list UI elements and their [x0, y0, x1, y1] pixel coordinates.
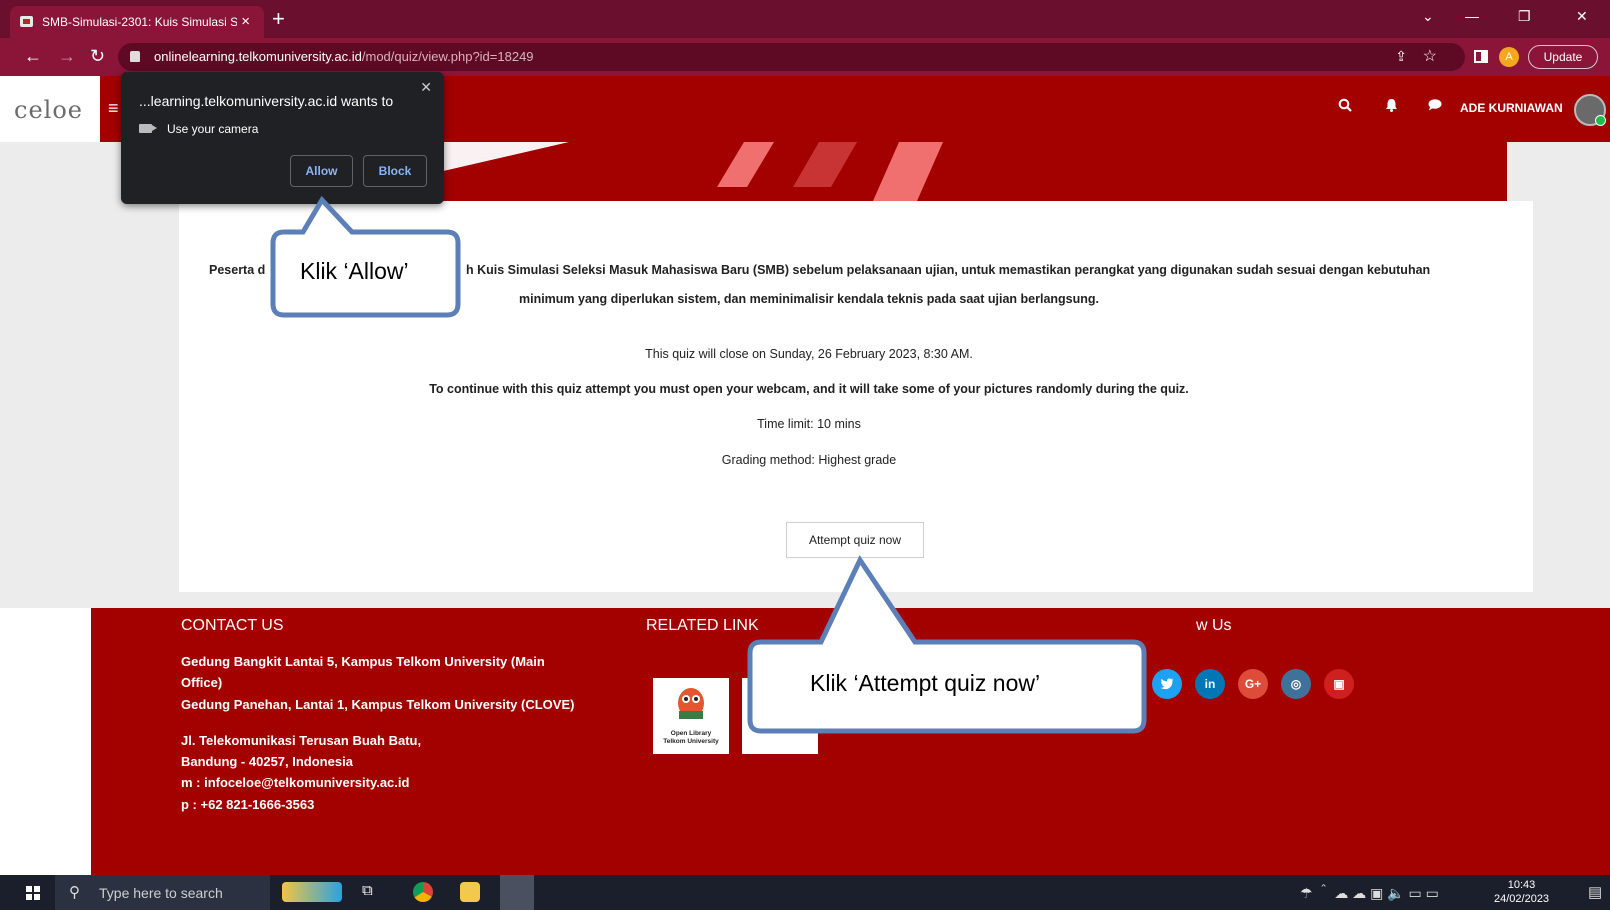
site-favicon-icon	[20, 16, 33, 27]
tab-close-icon[interactable]: ×	[241, 13, 250, 30]
tab-title: SMB-Simulasi-2301: Kuis Simulasi Seleksi	[42, 15, 237, 29]
profile-avatar[interactable]: A	[1499, 47, 1519, 67]
contact-address-2: Gedung Panehan, Lantai 1, Kampus Telkom …	[181, 697, 575, 712]
quiz-intro-line-2: minimum yang diperlukan sistem, dan memi…	[518, 292, 1100, 306]
notification-center-icon[interactable]: ▤	[1588, 883, 1602, 901]
permission-description: Use your camera	[167, 122, 259, 136]
contact-city: Bandung - 40257, Indonesia	[181, 754, 353, 769]
chrome-icon[interactable]	[413, 882, 433, 902]
system-tray-icons[interactable]: ☂ ＾ ☁ ☁ ▣ 🔈 ▭ ▭	[1300, 883, 1439, 903]
update-button[interactable]: Update	[1528, 45, 1598, 69]
twitter-icon[interactable]	[1152, 669, 1182, 699]
follow-us-heading: w Us	[1196, 617, 1232, 634]
search-icon: ⚲	[69, 884, 80, 901]
contact-address-1b: Office)	[181, 675, 223, 690]
restore-icon[interactable]: ❐	[1518, 8, 1531, 25]
search-icon[interactable]	[1338, 98, 1352, 115]
tab-search-icon[interactable]: ⌄	[1422, 8, 1434, 25]
open-library-label-1: Open Library	[670, 730, 712, 737]
site-footer: CONTACT US Gedung Bangkit Lantai 5, Kamp…	[91, 608, 1610, 875]
browser-tab-bar: SMB-Simulasi-2301: Kuis Simulasi Seleksi…	[0, 0, 1610, 38]
new-tab-button[interactable]: +	[272, 6, 285, 32]
open-library-label-2: Telkom University	[663, 738, 719, 745]
reload-icon[interactable]: ↻	[90, 46, 105, 67]
contact-address-1: Gedung Bangkit Lantai 5, Kampus Telkom U…	[181, 654, 545, 669]
bookmark-star-icon[interactable]: ☆	[1423, 46, 1437, 66]
contact-heading: CONTACT US	[181, 617, 284, 634]
taskbar-search-box[interactable]: ⚲ Type here to search	[55, 875, 270, 910]
attempt-callout-text: Klik ‘Attempt quiz now’	[810, 670, 1041, 696]
open-library-logo-link[interactable]: Open Library Telkom University	[653, 678, 729, 754]
minimize-icon[interactable]: —	[1465, 8, 1479, 24]
close-icon[interactable]: ✕	[420, 79, 432, 96]
grading-method: Grading method: Highest grade	[721, 453, 897, 467]
taskbar-search-placeholder: Type here to search	[99, 885, 223, 901]
forward-arrow-icon[interactable]: →	[58, 46, 76, 67]
notification-bell-icon[interactable]	[1385, 98, 1398, 115]
close-window-icon[interactable]: ✕	[1576, 8, 1588, 25]
celoe-logo: celoe	[14, 96, 83, 124]
search-highlight-icon[interactable]	[282, 882, 342, 902]
contact-email[interactable]: m : infoceloe@telkomuniversity.ac.id	[181, 775, 409, 790]
windows-taskbar: ⚲ Type here to search ⧉ ☂ ＾ ☁ ☁ ▣ 🔈 ▭ ▭ …	[0, 875, 1610, 910]
windows-start-icon[interactable]	[26, 886, 40, 900]
permission-title: ...learning.telkomuniversity.ac.id wants…	[139, 93, 394, 109]
contact-street: Jl. Telekomunikasi Terusan Buah Batu,	[181, 733, 422, 748]
google-plus-icon[interactable]: G+	[1238, 669, 1268, 699]
quiz-close-date: This quiz will close on Sunday, 26 Febru…	[645, 347, 973, 361]
task-view-icon[interactable]: ⧉	[362, 882, 382, 902]
attempt-quiz-button[interactable]: Attempt quiz now	[786, 522, 924, 558]
taskbar-clock[interactable]: 10:43 24/02/2023	[1494, 878, 1549, 906]
side-panel-icon[interactable]	[1474, 50, 1488, 63]
hamburger-menu-icon[interactable]: ≡	[108, 98, 119, 119]
youtube-icon[interactable]: ▣	[1324, 669, 1354, 699]
webcam-notice: To continue with this quiz attempt you m…	[429, 382, 1189, 396]
messages-icon[interactable]	[1428, 98, 1442, 114]
file-explorer-icon[interactable]	[460, 882, 480, 902]
user-avatar[interactable]	[1574, 94, 1606, 126]
user-menu-name[interactable]: ADE KURNIAWAN	[1460, 101, 1563, 115]
allow-callout-text: Klik ‘Allow’	[300, 258, 409, 284]
camera-icon	[139, 124, 157, 133]
allow-button[interactable]: Allow	[290, 155, 353, 187]
clock-time: 10:43	[1507, 879, 1536, 891]
block-button[interactable]: Block	[363, 155, 427, 187]
logo-area[interactable]: celoe	[0, 76, 100, 142]
browser-toolbar: ← → ↻ onlinelearning.telkomuniversity.ac…	[0, 38, 1610, 76]
contact-phone: p : +62 821-1666-3563	[181, 797, 315, 812]
instagram-icon[interactable]: ◎	[1281, 669, 1311, 699]
camera-permission-dialog: ...learning.telkomuniversity.ac.id wants…	[121, 72, 444, 204]
share-icon[interactable]: ⇪	[1395, 48, 1407, 65]
clock-date: 24/02/2023	[1494, 893, 1550, 905]
time-limit: Time limit: 10 mins	[757, 417, 861, 431]
address-bar[interactable]: onlinelearning.telkomuniversity.ac.id/mo…	[118, 43, 1465, 71]
ocw-logo-link[interactable]	[742, 678, 818, 754]
linkedin-icon[interactable]: in	[1195, 669, 1225, 699]
back-arrow-icon[interactable]: ←	[24, 46, 42, 67]
chrome-active-icon[interactable]	[500, 875, 534, 910]
related-links-heading: RELATED LINK	[646, 617, 759, 634]
lock-icon	[130, 51, 140, 62]
browser-tab[interactable]: SMB-Simulasi-2301: Kuis Simulasi Seleksi…	[10, 6, 264, 38]
url-text[interactable]: onlinelearning.telkomuniversity.ac.id/mo…	[154, 49, 534, 64]
